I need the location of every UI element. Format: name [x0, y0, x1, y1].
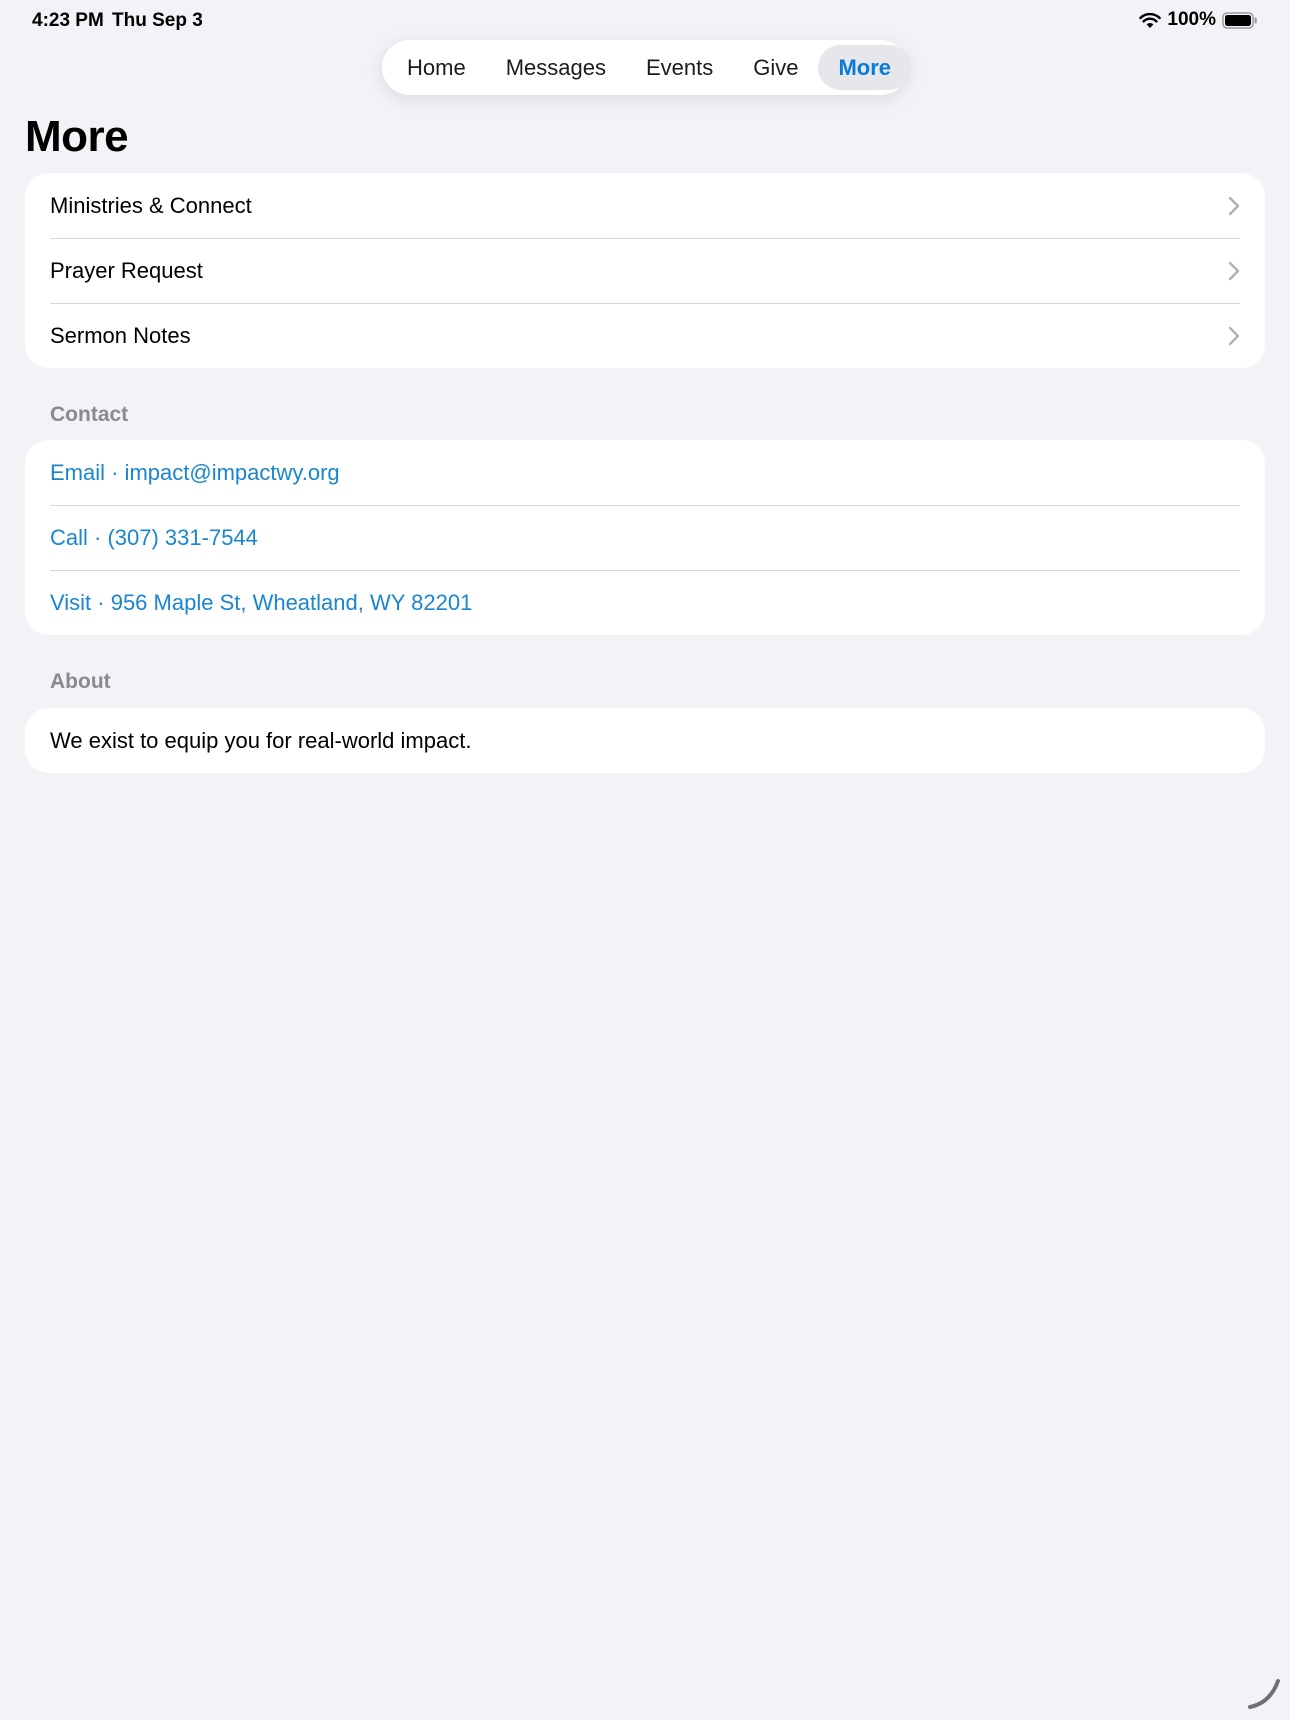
about-row: We exist to equip you for real-world imp…: [25, 708, 1265, 773]
contact-call-link[interactable]: Call · (307) 331-7544: [25, 505, 1265, 570]
chevron-right-icon: [1228, 261, 1240, 281]
tab-messages[interactable]: Messages: [486, 45, 626, 90]
status-time: 4:23 PM: [32, 10, 104, 31]
tab-home[interactable]: Home: [387, 45, 486, 90]
contact-visit-link[interactable]: Visit · 956 Maple St, Wheatland, WY 8220…: [25, 570, 1265, 635]
tab-more[interactable]: More: [818, 45, 912, 90]
contact-email-link[interactable]: Email · impact@impactwy.org: [25, 440, 1265, 505]
about-card: We exist to equip you for real-world imp…: [25, 708, 1265, 773]
home-indicator[interactable]: [1244, 1675, 1284, 1716]
menu-item-sermon-notes[interactable]: Sermon Notes: [25, 303, 1265, 368]
contact-call-label: Call · (307) 331-7544: [50, 524, 258, 550]
battery-full-icon: [1222, 11, 1258, 29]
menu-item-label: Prayer Request: [50, 257, 203, 283]
menu-item-label: Ministries & Connect: [50, 192, 252, 218]
about-section-header: About: [50, 670, 111, 693]
page-title: More: [25, 112, 129, 161]
about-text: We exist to equip you for real-world imp…: [50, 727, 472, 753]
status-bar: 4:23 PM Thu Sep 3 100%: [0, 0, 1290, 40]
status-indicators: 100%: [1139, 9, 1258, 31]
wifi-icon: [1139, 12, 1162, 29]
menu-item-ministries-connect[interactable]: Ministries & Connect: [25, 173, 1265, 238]
tab-bar: Home Messages Events Give More: [382, 40, 912, 95]
status-date: Thu Sep 3: [112, 10, 203, 31]
menu-item-label: Sermon Notes: [50, 322, 191, 348]
chevron-right-icon: [1228, 326, 1240, 346]
contact-visit-label: Visit · 956 Maple St, Wheatland, WY 8220…: [50, 589, 473, 615]
menu-card: Ministries & Connect Prayer Request Serm…: [25, 173, 1265, 368]
battery-percent: 100%: [1167, 9, 1216, 30]
tab-events[interactable]: Events: [626, 45, 733, 90]
contact-section-header: Contact: [50, 403, 129, 426]
chevron-right-icon: [1228, 196, 1240, 216]
contact-card: Email · impact@impactwy.org Call · (307)…: [25, 440, 1265, 635]
menu-item-prayer-request[interactable]: Prayer Request: [25, 238, 1265, 303]
tab-give[interactable]: Give: [733, 45, 818, 90]
contact-email-label: Email · impact@impactwy.org: [50, 459, 340, 485]
